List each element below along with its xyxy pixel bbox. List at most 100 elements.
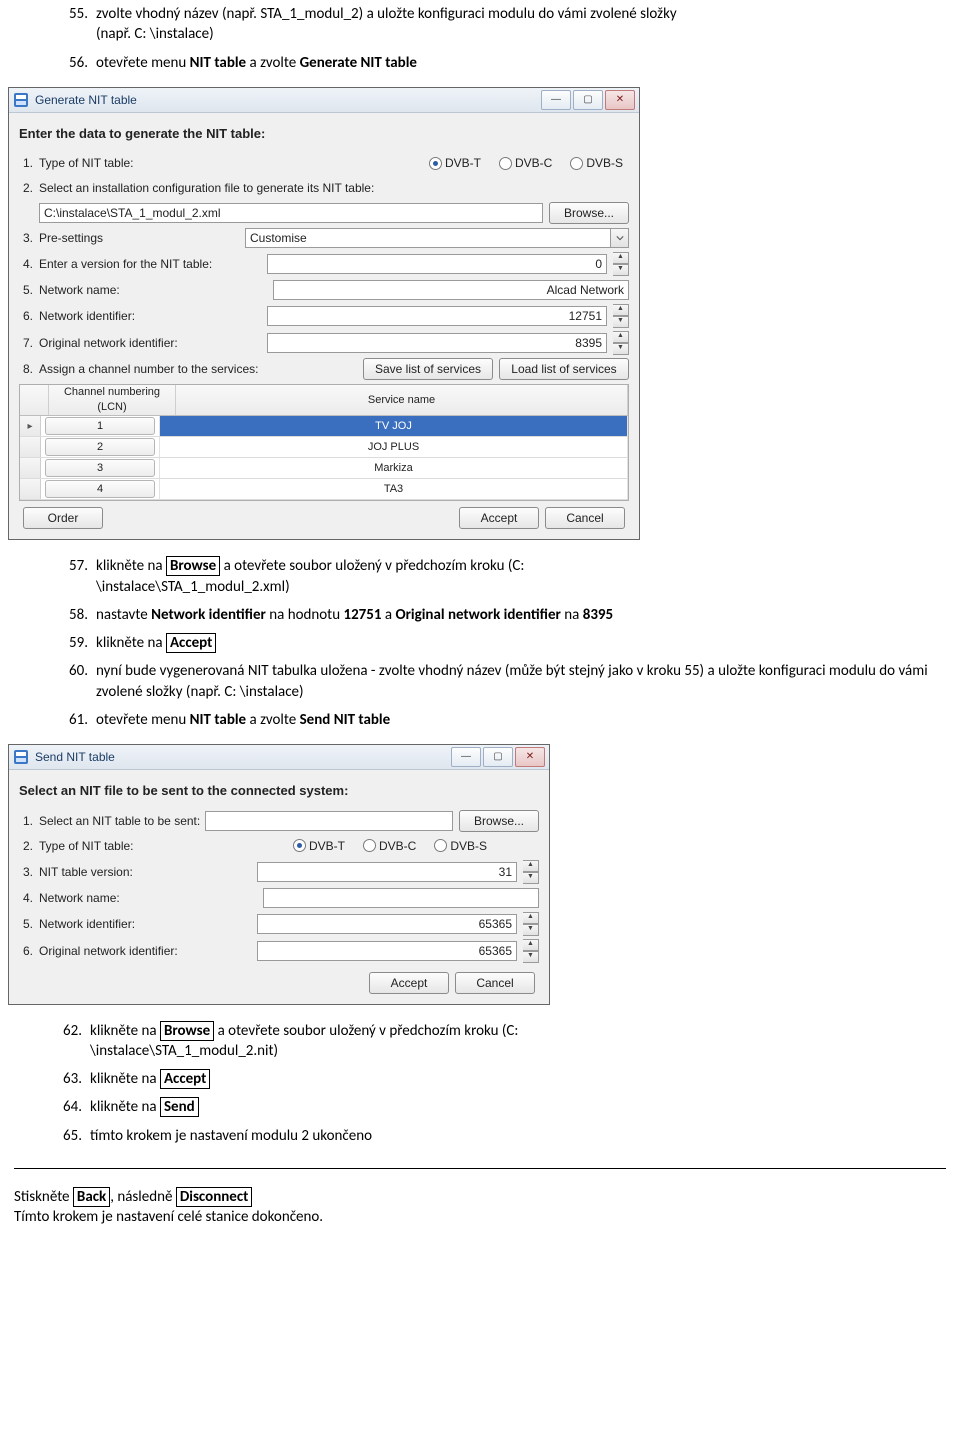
- cancel-button[interactable]: Cancel: [455, 972, 535, 994]
- cell-service: TA3: [160, 479, 628, 499]
- orig-network-id-input[interactable]: 65365: [257, 941, 517, 961]
- spinner-arrows[interactable]: ▲▼: [523, 939, 539, 963]
- config-file-input[interactable]: C:\instalace\STA_1_modul_2.xml: [39, 203, 543, 223]
- row-presettings: 3. Pre-settings Customise: [19, 227, 629, 249]
- maximize-button[interactable]: ▢: [483, 747, 513, 767]
- network-id-input[interactable]: 12751: [267, 306, 607, 326]
- step-bold: 8395: [583, 606, 613, 624]
- load-list-button[interactable]: Load list of services: [499, 358, 629, 380]
- panel-intro: Select an NIT file to be sent to the con…: [19, 782, 539, 800]
- step-58: 58.nastavte Network identifier na hodnot…: [0, 601, 960, 629]
- lcn-button[interactable]: 1: [45, 417, 155, 435]
- table-row[interactable]: 3 Markiza: [20, 458, 628, 479]
- col-lcn-header: Channel numbering (LCN): [49, 385, 176, 415]
- step-number: 58.: [58, 605, 88, 625]
- version-input[interactable]: 0: [267, 254, 607, 274]
- lcn-button[interactable]: 2: [45, 438, 155, 456]
- cancel-button[interactable]: Cancel: [545, 507, 625, 529]
- row-orig-network-id: 6. Original network identifier: 65365 ▲▼: [19, 939, 539, 963]
- step-64: 64.klikněte na Send: [0, 1093, 960, 1121]
- orig-network-id-input[interactable]: 8395: [267, 333, 607, 353]
- row-number: 7.: [19, 335, 33, 351]
- radio-label: DVB-T: [309, 838, 345, 854]
- radio-icon: [434, 839, 447, 852]
- accept-button[interactable]: Accept: [369, 972, 449, 994]
- spinner-arrows[interactable]: ▲▼: [523, 912, 539, 936]
- row-number: 3.: [19, 230, 33, 246]
- row-number: 5.: [19, 916, 33, 932]
- step-text: klikněte na: [96, 634, 166, 652]
- row-label: NIT table version:: [39, 864, 199, 880]
- browse-button[interactable]: Browse...: [459, 810, 539, 832]
- version-input[interactable]: 31: [257, 862, 517, 882]
- cell-lcn[interactable]: 3: [41, 458, 160, 478]
- radio-dvbc[interactable]: DVB-C: [499, 155, 552, 171]
- col-service-header: Service name: [176, 385, 628, 415]
- step-59: 59.klikněte na Accept: [0, 629, 960, 657]
- cell-lcn[interactable]: 4: [41, 479, 160, 499]
- order-button[interactable]: Order: [23, 507, 103, 529]
- maximize-button[interactable]: ▢: [573, 90, 603, 110]
- step-text: a otevřete soubor uložený v předchozím k…: [220, 557, 524, 575]
- step-bold: Send NIT table: [300, 711, 391, 729]
- lcn-button[interactable]: 3: [45, 459, 155, 477]
- minimize-button[interactable]: —: [541, 90, 571, 110]
- radio-dvbt[interactable]: DVB-T: [429, 155, 481, 171]
- row-network-id: 6. Network identifier: 12751 ▲▼: [19, 304, 629, 328]
- table-row[interactable]: 2JOJ PLUS: [20, 437, 628, 458]
- radio-dvbs[interactable]: DVB-S: [434, 838, 487, 854]
- cell-service: Markiza: [160, 458, 628, 478]
- radio-dvbt[interactable]: DVB-T: [293, 838, 345, 854]
- spinner-arrows[interactable]: ▲▼: [613, 331, 629, 355]
- radio-dvbc[interactable]: DVB-C: [363, 838, 416, 854]
- network-name-input[interactable]: Alcad Network: [273, 280, 629, 300]
- radio-icon: [293, 839, 306, 852]
- cell-lcn[interactable]: 2: [41, 437, 160, 457]
- step-bold: NIT table: [190, 711, 246, 729]
- row-number: 6.: [19, 308, 33, 324]
- radio-label: DVB-S: [586, 155, 623, 171]
- step-65: 65.tímto krokem je nastavení modulu 2 uk…: [0, 1122, 960, 1150]
- row-file: 1. Select an NIT table to be sent: Brows…: [19, 810, 539, 832]
- row-type: 1. Type of NIT table: DVB-T DVB-C DVB-S: [19, 152, 629, 174]
- row-number: 1.: [19, 155, 33, 171]
- step-bold: Original network identifier: [395, 606, 560, 624]
- accept-button[interactable]: Accept: [459, 507, 539, 529]
- save-list-button[interactable]: Save list of services: [363, 358, 493, 380]
- radio-icon: [429, 157, 442, 170]
- close-button[interactable]: ✕: [515, 747, 545, 767]
- row-number: 3.: [19, 864, 33, 880]
- table-row[interactable]: ▸1TV JOJ: [20, 416, 628, 437]
- presettings-combo[interactable]: Customise: [245, 228, 629, 248]
- chevron-down-icon: ▼: [613, 316, 629, 328]
- titlebar[interactable]: Send NIT table — ▢ ✕: [9, 745, 549, 770]
- cell-lcn[interactable]: 1: [41, 416, 160, 436]
- browse-button[interactable]: Browse...: [549, 202, 629, 224]
- step-62: 62.klikněte na Browse a otevřete soubor …: [0, 1017, 960, 1066]
- radio-dvbs[interactable]: DVB-S: [570, 155, 623, 171]
- spinner-arrows[interactable]: ▲▼: [613, 304, 629, 328]
- spinner-arrows[interactable]: ▲▼: [613, 252, 629, 276]
- chevron-up-icon: ▲: [523, 939, 539, 951]
- radio-label: DVB-S: [450, 838, 487, 854]
- step-number: 55.: [58, 4, 88, 24]
- row-network-name: 5. Network name: Alcad Network: [19, 279, 629, 301]
- nit-file-input[interactable]: [205, 811, 453, 831]
- minimize-button[interactable]: —: [451, 747, 481, 767]
- chevron-down-icon: ▼: [523, 872, 539, 884]
- network-name-input[interactable]: [263, 888, 539, 908]
- titlebar[interactable]: Generate NIT table — ▢ ✕: [9, 88, 639, 113]
- spinner-arrows[interactable]: ▲▼: [523, 860, 539, 884]
- table-row[interactable]: 4 TA3: [20, 479, 628, 500]
- lcn-button[interactable]: 4: [45, 480, 155, 498]
- radio-label: DVB-C: [515, 155, 552, 171]
- chevron-down-icon: ▼: [523, 924, 539, 936]
- step-text: otevřete menu: [96, 54, 190, 72]
- row-number: 8.: [19, 361, 33, 377]
- step-text-line2: \instalace\STA_1_modul_2.xml): [96, 578, 290, 596]
- network-id-input[interactable]: 65365: [257, 914, 517, 934]
- row-selector-header: [20, 385, 49, 415]
- page: 55.zvolte vhodný název (např. STA_1_modu…: [0, 0, 960, 1273]
- combo-value: Customise: [245, 228, 611, 248]
- close-button[interactable]: ✕: [605, 90, 635, 110]
